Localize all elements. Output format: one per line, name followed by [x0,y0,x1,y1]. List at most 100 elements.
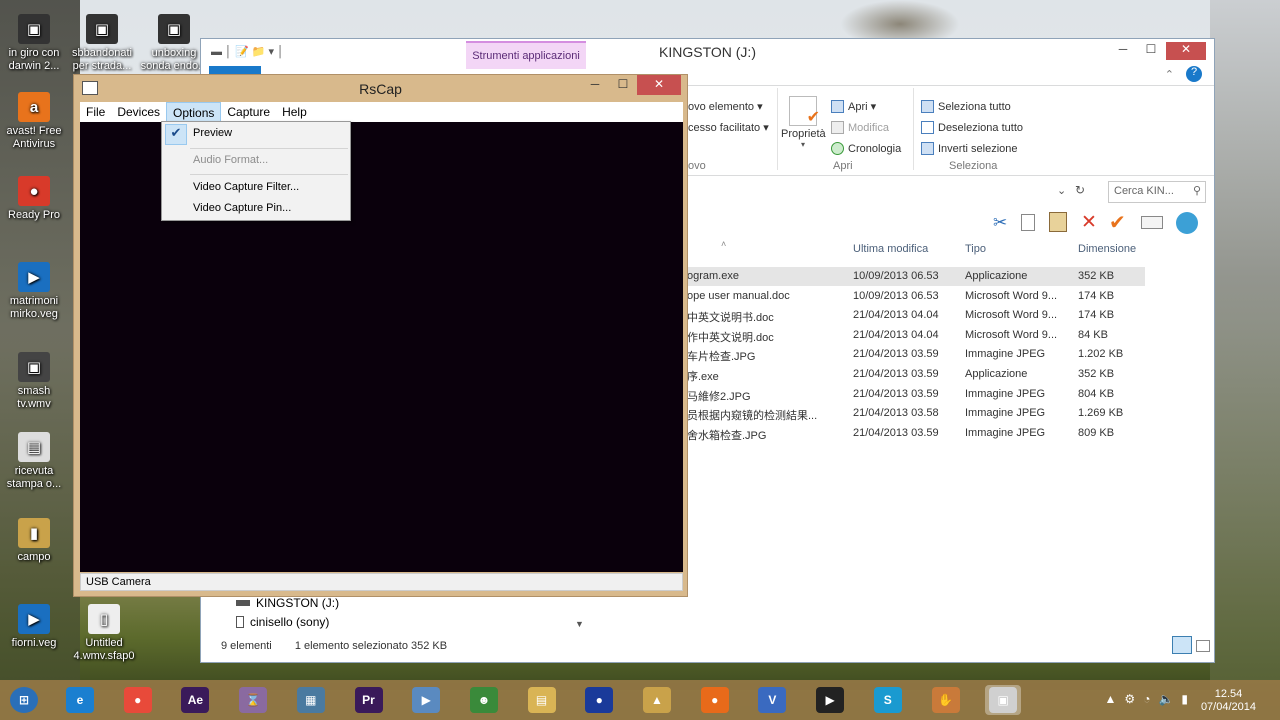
paste-icon[interactable] [1049,212,1067,232]
menu-item-audio-format[interactable]: Audio Format... [193,154,268,166]
menu-capture[interactable]: Capture [221,102,276,122]
taskbar-button-skype[interactable]: S [870,685,906,715]
select-all-button[interactable]: Seleziona tutto [921,96,1023,117]
divider [777,88,778,170]
copy-icon[interactable] [1021,214,1035,231]
file-name: 员根据内窥镜的检测結果... [687,410,818,423]
power-icon[interactable]: ▮ [1181,692,1188,706]
scroll-down-icon[interactable]: ▼ [575,619,584,629]
desktop-icon[interactable]: ▤ ricevuta stampa o... [0,432,68,491]
maximize-button[interactable]: ☐ [609,75,637,95]
taskbar-button-frog[interactable]: ☻ [466,685,502,715]
menu-item-preview[interactable]: Preview [193,127,232,139]
edit-button[interactable]: Modifica [831,117,901,138]
deselect-all-button[interactable]: Deseleziona tutto [921,117,1023,138]
delete-icon[interactable]: ✕ [1081,211,1097,234]
taskbar-button-pr[interactable]: Pr [351,685,387,715]
large-icons-view-icon[interactable] [1196,640,1210,652]
maximize-button[interactable]: ☐ [1138,42,1164,60]
easy-access-button[interactable]: cesso facilitato ▾ [688,117,769,138]
nav-item-kingston[interactable]: KINGSTON (J:) [236,596,339,610]
file-row[interactable]: 中英文说明书.doc 21/04/2013 04.04 Microsoft Word… [671,306,1145,325]
desktop-icon[interactable]: ● Ready Pro [0,176,68,222]
desktop-icon[interactable]: ▣ unboxing sonda endo... [140,14,208,73]
globe-icon[interactable] [1176,212,1198,234]
file-icon: ▣ [158,14,190,44]
taskbar-button-player[interactable]: ▶ [408,685,444,715]
taskbar-button-globe[interactable]: ● [581,685,617,715]
minimize-button[interactable]: ─ [1110,42,1136,60]
taskbar-button-glove[interactable]: ✋ [928,685,964,715]
taskbar-button-firefox[interactable]: ● [697,685,733,715]
menu-item-video-capture-filter[interactable]: Video Capture Filter... [193,181,299,193]
close-button[interactable]: ✕ [1166,42,1206,60]
desktop-icon[interactable]: ▯ Untitled 4.wmv.sfap0 [70,604,138,663]
menu-item-video-capture-pin[interactable]: Video Capture Pin... [193,202,291,214]
file-row[interactable]: 序.exe 21/04/2013 03.59 Applicazione 352 KB [671,365,1145,384]
help-icon[interactable]: ? [1186,66,1202,82]
file-row[interactable]: 员根据内窥镜的检测結果... 21/04/2013 03.58 Immagine J… [671,404,1145,423]
desktop-icon[interactable]: ▮ campo [0,518,68,564]
refresh-icon[interactable]: ↻ [1075,183,1085,197]
file-row[interactable]: 车片检查.JPG 21/04/2013 03.59 Immagine JPEG 1.2… [671,345,1145,364]
details-view-icon[interactable] [1172,636,1192,654]
taskbar-button-start-orb[interactable]: ⊞ [6,685,42,715]
file-icon: ▶ [18,604,50,634]
history-button[interactable]: Cronologia [831,138,901,159]
desktop-icon[interactable]: ▣ sbbandonati per strada... [68,14,136,73]
file-row[interactable]: 作中英文说明.doc 21/04/2013 04.04 Microsoft Word… [671,326,1145,345]
file-row[interactable]: 舍水箱检查.JPG 21/04/2013 03.59 Immagine JPEG 80… [671,424,1145,443]
taskbar-button-ie[interactable]: e [62,685,98,715]
file-row[interactable]: ope user manual.doc 10/09/2013 06.53 Micro… [671,287,1145,306]
taskbar-button-tool[interactable]: ▲ [639,685,675,715]
minimize-button[interactable]: ─ [581,75,609,95]
menu-help[interactable]: Help [276,102,313,122]
taskbar-button-video[interactable]: ▦ [293,685,329,715]
open-button[interactable]: Apri ▾ [831,96,901,117]
file-row[interactable]: 马維修2.JPG 21/04/2013 03.59 Immagine JPEG 804… [671,385,1145,404]
desktop-icon[interactable]: ▣ smash tv.wmv [0,352,68,411]
invert-selection-button[interactable]: Inverti selezione [921,138,1023,159]
rscap-icon: ▣ [989,687,1018,713]
column-modified[interactable]: Ultima modifica [853,243,928,255]
desktop-icon-label: fiorni.veg [11,637,57,649]
rename-icon[interactable] [1141,216,1163,229]
ribbon-collapse-icon[interactable]: ⌃ [1165,68,1174,81]
network-icon[interactable]: ⚙ [1124,692,1135,706]
desktop-icon[interactable]: a avast! Free Antivirus [0,92,68,151]
taskbar-button-rscap[interactable]: ▣ [985,685,1022,715]
show-hidden-icon[interactable]: ▲ [1105,692,1117,706]
wifi-icon[interactable]: ◔ [1143,692,1150,706]
check-icon[interactable]: ✔ [1109,210,1126,235]
nav-item-cinisello[interactable]: cinisello (sony) [236,615,329,629]
file-modified: 21/04/2013 03.59 [853,348,939,361]
column-size[interactable]: Dimensione [1078,243,1136,255]
properties-button[interactable]: ✔ Proprietà ▾ [781,96,826,149]
desktop-icon[interactable]: ▣ in giro con darwin 2... [0,14,68,73]
desktop-icon[interactable]: ▶ fiorni.veg [0,604,68,650]
column-type[interactable]: Tipo [965,243,986,255]
rscap-menubar: File Devices Options Capture Help [80,102,683,122]
taskbar-button-ae[interactable]: Ae [177,685,213,715]
taskbar-button-chrome[interactable]: ● [120,685,156,715]
menu-devices[interactable]: Devices [111,102,166,122]
menu-options[interactable]: Options [166,102,222,122]
file-modified: 10/09/2013 06.53 [853,270,939,282]
taskbar-button-folder[interactable]: ▤ [524,685,560,715]
address-dropdown-icon[interactable]: ⌄ [1057,184,1066,197]
file-row[interactable]: ogram.exe 10/09/2013 06.53 Applicazione 352… [671,267,1145,286]
desktop-icon[interactable]: ▶ matrimoni mirko.veg [0,262,68,321]
search-input[interactable]: Cerca KIN... ⚲ [1108,181,1206,203]
vegas-icon: V [758,687,787,713]
wallpaper-trees [840,0,960,40]
new-item-button[interactable]: ovo elemento ▾ [688,96,769,117]
menu-file[interactable]: File [80,102,111,122]
taskbar-button-vegas[interactable]: V [754,685,790,715]
taskbar-button-hourglass[interactable]: ⌛ [235,685,271,715]
taskbar-button-media[interactable]: ▶ [812,685,848,715]
cut-icon[interactable]: ✂ [993,213,1007,233]
file-icon: ▯ [88,604,120,634]
volume-icon[interactable]: 🔈 [1158,692,1173,706]
clock[interactable]: 12.54 07/04/2014 [1201,688,1256,714]
close-button[interactable]: ✕ [637,75,681,95]
